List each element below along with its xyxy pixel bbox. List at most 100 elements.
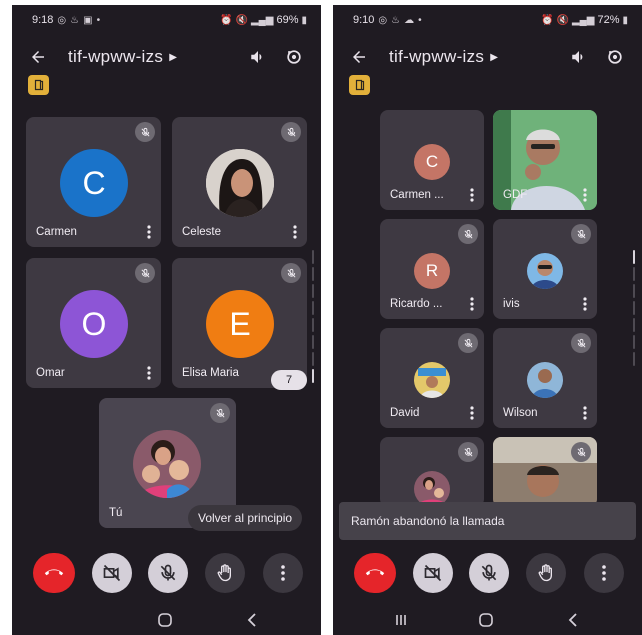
avatar: C xyxy=(60,149,128,217)
profile-photo xyxy=(527,253,563,289)
participant-tile[interactable]: C Carmen ... xyxy=(380,110,484,210)
participant-name: Carmen xyxy=(36,226,77,238)
arrow-left-icon[interactable] xyxy=(26,45,50,69)
battery-percent: 69% xyxy=(276,14,299,26)
host-badge-icon[interactable] xyxy=(349,75,370,95)
speaker-icon[interactable] xyxy=(245,44,271,70)
participant-name: David xyxy=(390,407,420,419)
participant-name: Tú xyxy=(109,507,123,519)
status-bar: 9:18 ◎ ♨ ▣ • ⏰ 🔇 ▂▄▆ 69% ▮ xyxy=(12,5,321,35)
camera-toggle-button[interactable] xyxy=(92,553,132,593)
alarm-icon: ⏰ xyxy=(541,14,554,26)
home-icon[interactable] xyxy=(478,612,494,628)
cloud-icon: ☁ xyxy=(404,14,415,26)
notification-icon: ♨ xyxy=(391,14,401,26)
more-vert-icon xyxy=(281,565,285,581)
mic-toggle-button[interactable] xyxy=(469,553,509,593)
participant-tile[interactable]: O Omar xyxy=(26,258,161,388)
nav-back-icon[interactable] xyxy=(245,612,259,628)
mic-off-icon xyxy=(481,564,497,581)
alarm-icon: ⏰ xyxy=(220,14,233,26)
more-vert-icon[interactable] xyxy=(581,297,589,311)
more-vert-icon[interactable] xyxy=(581,406,589,420)
mic-off-icon xyxy=(281,263,301,283)
mic-off-icon xyxy=(160,564,176,581)
battery-icon: ▮ xyxy=(622,14,628,26)
back-to-top-label: Volver al principio xyxy=(198,511,293,525)
switch-camera-icon[interactable] xyxy=(281,44,307,70)
arrow-left-icon[interactable] xyxy=(347,45,371,69)
status-time: 9:18 xyxy=(32,14,54,26)
meeting-title[interactable]: tif-wpww-izs xyxy=(389,47,484,67)
call-app-bar: tif-wpww-izs ▶ xyxy=(333,37,642,77)
raise-hand-icon xyxy=(217,564,231,582)
speaker-icon[interactable] xyxy=(566,44,592,70)
video-tile[interactable]: GDF xyxy=(493,110,597,210)
notification-icon: ♨ xyxy=(70,14,80,26)
chevron-right-icon[interactable]: ▶ xyxy=(169,52,177,63)
back-to-top-button[interactable]: Volver al principio xyxy=(188,505,303,531)
whatsapp-icon: ◎ xyxy=(378,14,388,26)
battery-percent: 72% xyxy=(597,14,620,26)
phone-screen-left: 9:18 ◎ ♨ ▣ • ⏰ 🔇 ▂▄▆ 69% ▮ tif-wpww-izs … xyxy=(12,5,321,635)
chevron-right-icon[interactable]: ▶ xyxy=(490,52,498,63)
end-call-button[interactable] xyxy=(33,553,75,593)
gallery-icon: ▣ xyxy=(83,14,93,26)
mic-off-icon xyxy=(571,224,591,244)
snackbar-message: Ramón abandonó la llamada xyxy=(351,514,505,528)
more-options-button[interactable] xyxy=(584,553,624,593)
participant-name: Celeste xyxy=(182,226,221,238)
more-vert-icon[interactable] xyxy=(145,366,153,380)
raise-hand-icon xyxy=(538,564,552,582)
end-call-icon xyxy=(44,569,64,576)
snackbar: Ramón abandonó la llamada xyxy=(339,502,636,540)
more-vert-icon[interactable] xyxy=(145,225,153,239)
more-vert-icon xyxy=(602,565,606,581)
nav-back-icon[interactable] xyxy=(566,612,580,628)
camera-toggle-button[interactable] xyxy=(413,553,453,593)
hidden-participants-count[interactable]: 7 xyxy=(271,370,307,390)
participant-tile[interactable]: E Elisa Maria xyxy=(172,258,307,388)
raise-hand-button[interactable] xyxy=(205,553,245,593)
meeting-title[interactable]: tif-wpww-izs xyxy=(68,47,163,67)
mic-off-icon xyxy=(458,442,478,462)
participant-tile[interactable]: ivis xyxy=(493,219,597,319)
participant-tile[interactable]: C Carmen xyxy=(26,117,161,247)
camera-off-icon xyxy=(103,564,121,582)
participant-tile[interactable]: R Ricardo ... xyxy=(380,219,484,319)
avatar-initial: R xyxy=(425,261,439,280)
call-controls xyxy=(333,553,642,593)
participant-name: Ricardo ... xyxy=(390,298,443,310)
avatar-initial: C xyxy=(425,152,439,171)
more-vert-icon[interactable] xyxy=(468,188,476,202)
mic-off-icon xyxy=(281,122,301,142)
more-vert-icon[interactable] xyxy=(291,225,299,239)
status-time: 9:10 xyxy=(353,14,375,26)
video-tile[interactable] xyxy=(493,437,597,507)
more-notifications-icon: • xyxy=(418,14,422,26)
self-view-tile[interactable] xyxy=(380,437,484,507)
profile-photo xyxy=(206,149,274,217)
participant-name: Elisa Maria xyxy=(182,367,239,379)
more-vert-icon[interactable] xyxy=(468,406,476,420)
more-options-button[interactable] xyxy=(263,553,303,593)
mic-off-icon xyxy=(210,403,230,423)
more-notifications-icon: • xyxy=(96,14,101,26)
participant-tile[interactable]: Wilson xyxy=(493,328,597,428)
participant-name: ivis xyxy=(503,298,520,310)
raise-hand-button[interactable] xyxy=(526,553,566,593)
more-vert-icon[interactable] xyxy=(581,188,589,202)
host-badge-icon[interactable] xyxy=(28,75,49,95)
phone-screen-right: 9:10 ◎ ♨ ☁ • ⏰ 🔇 ▂▄▆ 72% ▮ tif-wpww-izs … xyxy=(333,5,642,635)
end-call-button[interactable] xyxy=(354,553,396,593)
system-nav-bar xyxy=(12,605,321,635)
recents-icon[interactable] xyxy=(393,612,409,628)
more-vert-icon[interactable] xyxy=(468,297,476,311)
mute-icon: 🔇 xyxy=(556,14,569,26)
mic-toggle-button[interactable] xyxy=(148,553,188,593)
participant-name: Omar xyxy=(36,367,65,379)
switch-camera-icon[interactable] xyxy=(602,44,628,70)
home-icon[interactable] xyxy=(157,612,173,628)
participant-tile[interactable]: David xyxy=(380,328,484,428)
participant-tile[interactable]: Celeste xyxy=(172,117,307,247)
